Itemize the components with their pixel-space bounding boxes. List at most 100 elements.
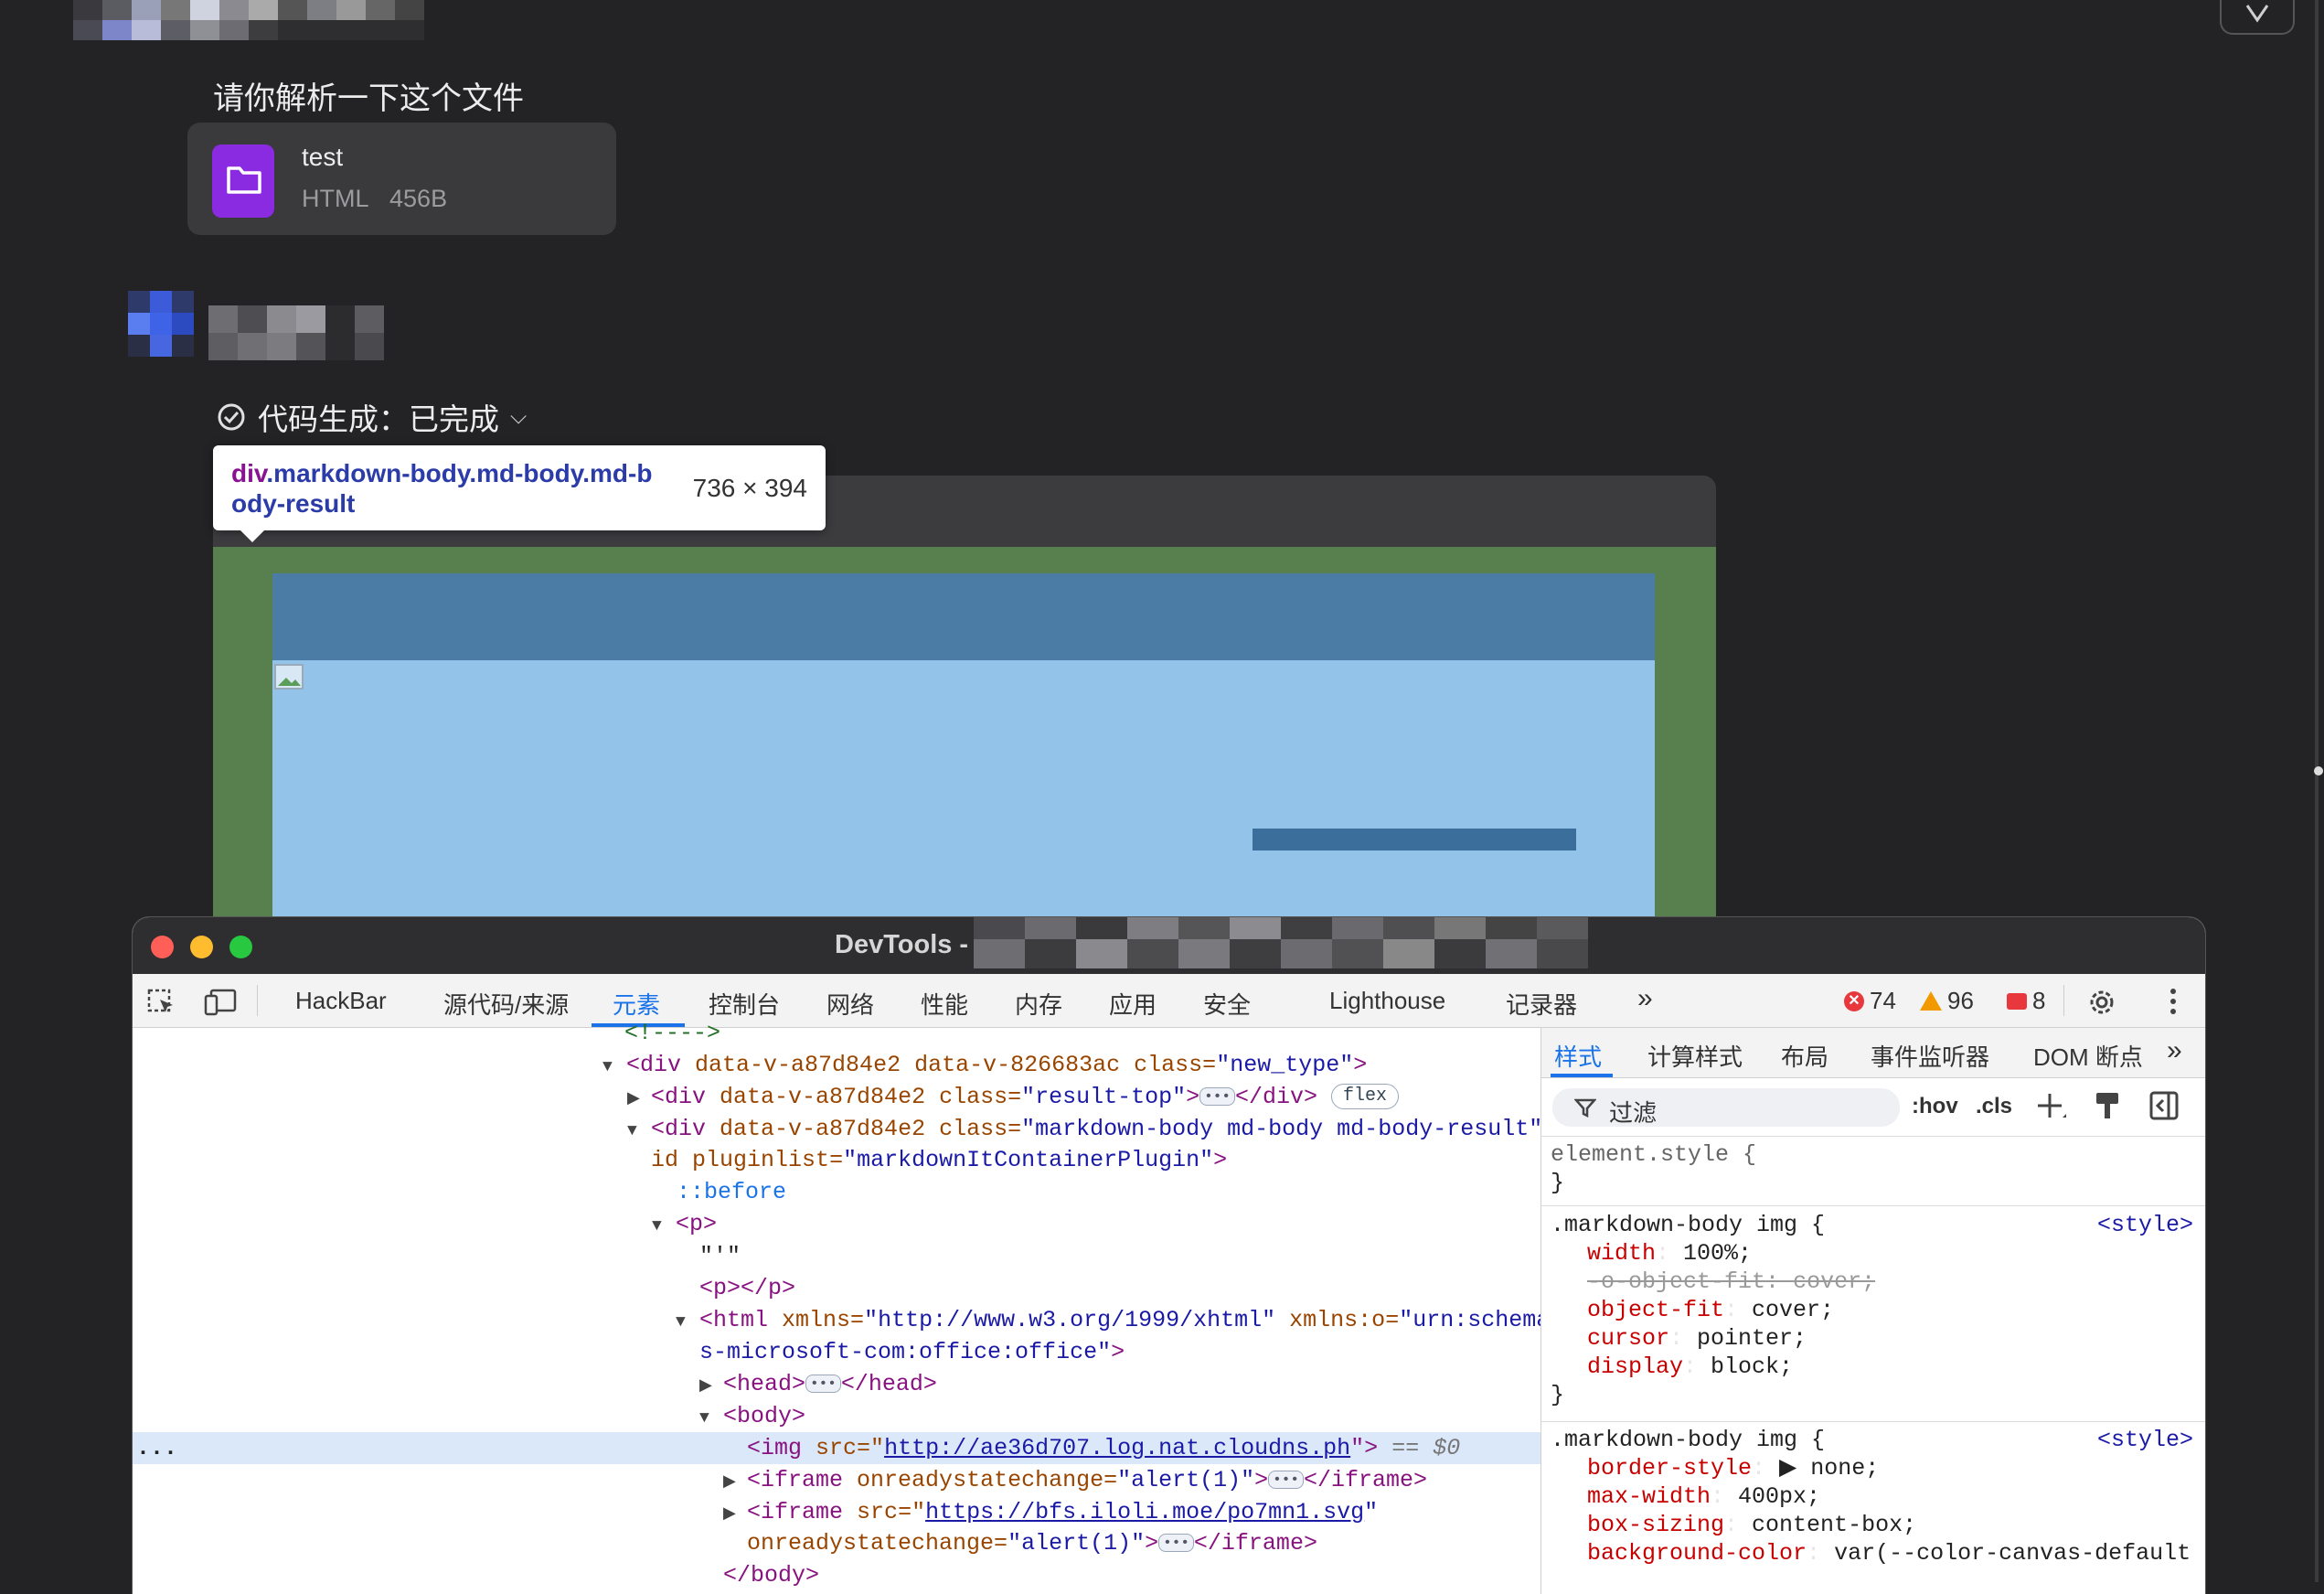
filter-icon [1574,1098,1596,1118]
tab-computed[interactable]: 计算样式 [1647,1039,1743,1073]
dom-attr: data-v-a87d84e2 [695,1052,901,1078]
redacted-username-top [73,0,424,40]
tab-application[interactable]: 应用 [1109,987,1157,1021]
css-property[interactable]: display: block; [1541,1353,2205,1381]
dom-attr-link[interactable]: http://ae36d707.log.nat.cloudns.ph [884,1435,1350,1461]
collapse-triangle-icon[interactable]: ▶ [723,1499,747,1531]
tab-layout[interactable]: 布局 [1781,1039,1828,1073]
tab-event-listeners[interactable]: 事件监听器 [1871,1039,1989,1073]
css-property[interactable]: width: 100%; [1541,1239,2205,1268]
css-property[interactable]: background-color: var(--color-canvas-def… [1541,1539,2205,1567]
settings-gear-icon[interactable] [2086,987,2117,1018]
collapse-triangle-icon[interactable]: ▶ [723,1467,747,1499]
styles-pane[interactable]: 样式 计算样式 布局 事件监听器 DOM 断点 » 过滤 :hov .cls e… [1540,1028,2205,1594]
dom-attr-link[interactable]: https://bfs.iloli.moe/po7mn1.svg [925,1499,1364,1525]
file-attachment-card[interactable]: test HTML 456B [187,123,616,235]
css-prop-value: pointer; [1697,1325,1807,1352]
scrollbar-track[interactable] [2315,0,2319,1582]
devtools-titlebar[interactable]: DevTools - [133,917,2205,974]
css-prop-value: 400px; [1738,1483,1821,1510]
css-prop-value: content-box; [1752,1512,1917,1538]
code-generation-status[interactable]: 代码生成：已完成 ⌵ [216,395,527,439]
expand-triangle-icon[interactable]: ▼ [602,1052,626,1084]
dom-tag: > [1111,1339,1125,1365]
ellipsis-button[interactable]: ••• [1268,1471,1304,1490]
dom-selected-marker: == $0 [1391,1435,1461,1461]
css-prop-name: border-style [1587,1455,1753,1482]
tab-performance[interactable]: 性能 [921,987,968,1021]
styles-filter-input[interactable]: 过滤 [1552,1088,1900,1127]
css-property[interactable]: cursor: pointer; [1541,1324,2205,1353]
css-property[interactable]: box-sizing: content-box; [1541,1511,2205,1539]
scroll-handle-dot[interactable] [2314,766,2323,776]
element-style-rule[interactable]: element.style { } [1541,1140,2205,1197]
tab-security[interactable]: 安全 [1203,987,1251,1021]
toggle-sidebar-icon[interactable] [2148,1090,2180,1121]
dom-attr-value: "alert(1)" [1007,1530,1146,1557]
dom-attr: xmlns:o [1289,1307,1386,1333]
dom-attr-value: "urn:schema [1399,1307,1551,1333]
devtools-window[interactable]: DevTools - HackBar 源代码/来源 元素 控制台 网络 性能 内… [133,917,2205,1594]
more-panels-icon[interactable]: » [2167,1035,2182,1066]
tab-styles[interactable]: 样式 [1554,1039,1602,1073]
css-property[interactable]: border-style: ▶ none; [1541,1454,2205,1482]
more-tabs-icon[interactable]: » [1637,983,1653,1014]
expand-triangle-icon[interactable]: ▼ [699,1403,723,1435]
dom-tag: </iframe> [1193,1530,1317,1557]
css-property[interactable]: max-width: 400px; [1541,1482,2205,1511]
expand-triangle-icon[interactable]: ▼ [627,1116,651,1148]
select-element-icon[interactable] [147,989,178,1018]
dom-tree[interactable]: <!----> ▼ <div data-v-a87d84e2 data-v-826… [133,1020,2155,1594]
chevron-down-icon: ⌵ [510,404,528,429]
close-window-button[interactable] [151,936,174,958]
device-toolbar-icon[interactable] [204,989,237,1016]
css-property[interactable]: object-fit: cover; [1541,1296,2205,1324]
ellipsis-button[interactable]: ••• [1199,1087,1235,1107]
error-counter[interactable]: ✕ 74 [1844,987,1896,1015]
tab-network[interactable]: 网络 [826,987,874,1021]
css-rule-1[interactable]: .markdown-body img {<style> width: 100%;… [1541,1211,2205,1409]
dom-tag: <iframe [747,1499,844,1525]
divider [1541,1136,2205,1137]
ellipsis-button[interactable]: ••• [805,1375,841,1394]
issues-count: 8 [2032,987,2046,1014]
tab-recorder[interactable]: 记录器 [1506,987,1577,1021]
dom-attr: class [939,1116,1008,1142]
collapse-triangle-icon[interactable]: ▶ [699,1371,723,1403]
add-rule-icon[interactable] [2035,1090,2068,1123]
dom-attr-value: "markdown-body md-body md-body-result" [1021,1116,1543,1142]
expand-triangle-icon[interactable]: ▼ [676,1307,699,1339]
dom-tag: > [1145,1530,1159,1557]
tab-memory[interactable]: 内存 [1015,987,1062,1021]
css-source-link[interactable]: <style> [2097,1426,2193,1454]
tab-console[interactable]: 控制台 [709,987,780,1021]
flex-badge[interactable]: flex [1331,1084,1400,1110]
top-right-icon-button[interactable] [2220,0,2295,35]
tab-dom-breakpoints[interactable]: DOM 断点 [2033,1039,2143,1073]
css-rule-2[interactable]: .markdown-body img {<style> border-style… [1541,1426,2205,1567]
dom-attr: src [816,1435,858,1461]
maximize-window-button[interactable] [229,936,252,958]
collapse-triangle-icon[interactable]: ▶ [627,1084,651,1116]
more-options-icon[interactable] [2169,987,2178,1016]
warning-counter[interactable]: 96 [1920,987,1974,1015]
minimize-window-button[interactable] [190,936,213,958]
dom-attr-value: "result-top" [1021,1084,1187,1110]
css-prop-name: object-fit [1587,1297,1725,1323]
expand-triangle-icon[interactable]: ▼ [652,1211,676,1243]
hov-toggle[interactable]: :hov [1912,1094,1958,1119]
tab-lighthouse[interactable]: Lighthouse [1329,987,1445,1015]
css-source-link[interactable]: <style> [2097,1211,2193,1239]
css-prop-value: block; [1711,1353,1794,1380]
css-property-overridden[interactable]: -o-object-fit: cover; [1541,1268,2205,1296]
dom-attr: src [857,1499,899,1525]
css-close-brace: } [1551,1382,1565,1408]
tab-hackbar[interactable]: HackBar [295,987,387,1015]
ellipsis-button[interactable]: ••• [1158,1534,1194,1553]
paint-brush-icon[interactable] [2094,1090,2121,1121]
tab-sources[interactable]: 源代码/来源 [443,987,569,1021]
dom-attr-value: s-microsoft-com:office:office" [699,1339,1112,1365]
cls-toggle[interactable]: .cls [1976,1094,2012,1119]
tab-elements[interactable]: 元素 [613,987,660,1021]
issues-counter[interactable]: 8 [2007,987,2045,1015]
